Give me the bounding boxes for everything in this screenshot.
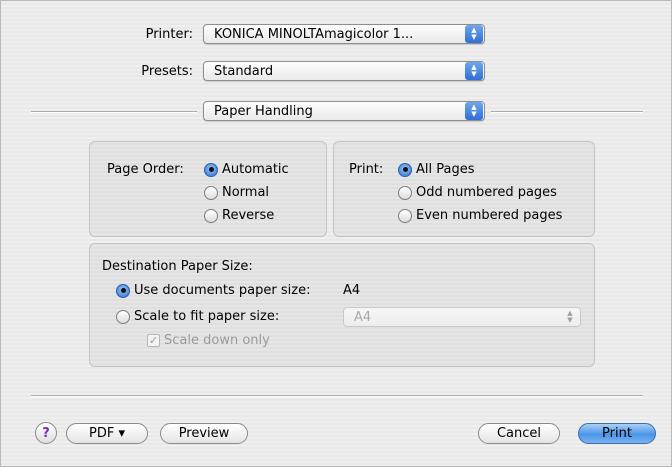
printer-label: Printer: [145,27,193,42]
presets-value: Standard [214,63,274,79]
print-all-pages-radio[interactable]: All Pages [398,162,475,177]
print-even-pages-radio[interactable]: Even numbered pages [398,208,562,223]
radio-label: Normal [222,185,270,200]
popup-arrows-icon: ▲ ▼ [465,62,483,80]
print-label: Print [602,426,632,441]
radio-label: Scale to fit paper size: [134,309,280,324]
scale-size-popup[interactable]: A4 ▲ ▼ [343,307,581,327]
panel-value: Paper Handling [214,103,313,119]
cancel-label: Cancel [496,426,542,441]
checkbox-label: Scale down only [164,333,270,348]
radio-off-icon [398,185,412,200]
radio-off-icon [398,208,412,223]
divider-left [31,111,197,113]
radio-label: Automatic [222,162,289,177]
scale-to-fit-radio[interactable]: Scale to fit paper size: [116,309,279,324]
presets-label: Presets: [141,64,193,79]
radio-label: All Pages [416,162,475,177]
panel-popup[interactable]: Paper Handling ▲ ▼ [203,101,485,121]
print-button[interactable]: Print [578,423,656,444]
radio-on-icon [398,162,412,177]
page-order-automatic-radio[interactable]: Automatic [204,162,289,177]
radio-on-icon [204,162,218,177]
page-order-reverse-radio[interactable]: Reverse [204,208,274,223]
page-order-normal-radio[interactable]: Normal [204,185,269,200]
radio-off-icon [204,185,218,200]
radio-label: Use documents paper size: [134,283,311,298]
footer-divider [31,395,643,397]
scale-down-only-checkbox[interactable]: ✓ Scale down only [147,333,270,348]
presets-popup[interactable]: Standard ▲ ▼ [203,61,485,81]
popup-arrows-icon: ▲ ▼ [567,309,573,324]
checkmark-icon: ✓ [147,334,160,347]
use-documents-size-radio[interactable]: Use documents paper size: [116,283,310,298]
page-order-label: Page Order: [107,162,184,177]
help-button[interactable]: ? [35,422,57,444]
popup-arrows-icon: ▲ ▼ [465,25,483,43]
radio-on-icon [116,283,130,298]
print-dialog: Printer: KONICA MINOLTAmagicolor 1... ▲ ▼… [0,0,672,467]
print-range-label: Print: [349,162,384,177]
pdf-button[interactable]: PDF ▾ [66,423,148,444]
divider-right [491,111,643,113]
radio-label: Even numbered pages [416,208,563,223]
pdf-label: PDF ▾ [89,426,125,441]
help-icon: ? [42,425,50,441]
radio-off-icon [204,208,218,223]
radio-label: Odd numbered pages [416,185,557,200]
popup-arrows-icon: ▲ ▼ [465,102,483,120]
printer-value: KONICA MINOLTAmagicolor 1... [214,26,414,42]
cancel-button[interactable]: Cancel [478,423,560,444]
preview-button[interactable]: Preview [160,423,248,444]
printer-popup[interactable]: KONICA MINOLTAmagicolor 1... ▲ ▼ [203,24,485,44]
destination-title: Destination Paper Size: [102,259,253,274]
print-odd-pages-radio[interactable]: Odd numbered pages [398,185,557,200]
documents-size-value: A4 [343,283,361,298]
radio-off-icon [116,309,130,324]
scale-size-value: A4 [354,309,372,325]
radio-label: Reverse [222,208,275,223]
preview-label: Preview [178,426,230,441]
